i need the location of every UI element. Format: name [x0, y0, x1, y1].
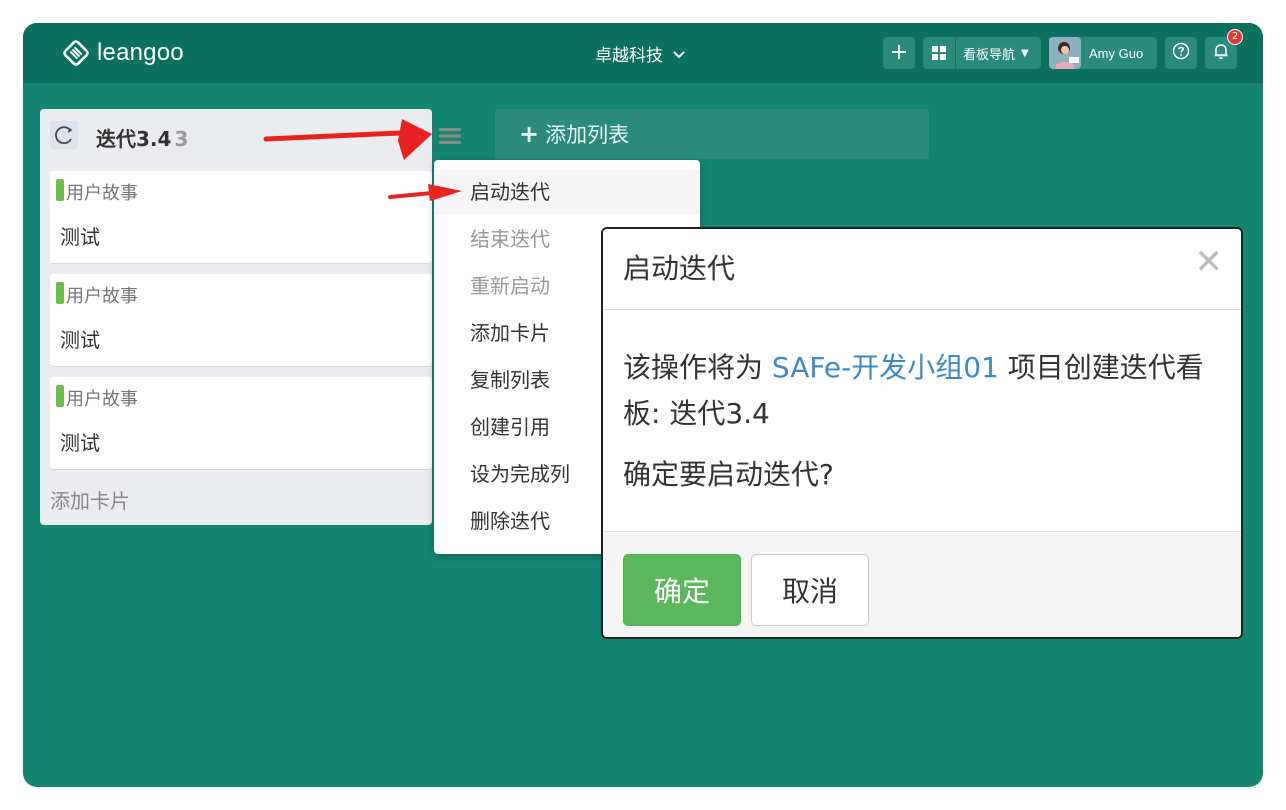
hamburger-menu-icon[interactable] [438, 125, 462, 147]
list-title-text: 迭代3.4 [96, 127, 172, 151]
logo[interactable]: leangoo [63, 39, 184, 67]
iteration-list: 迭代3.4 3 用户故事 测试 用户故事 测试 用户故事 测试 添加卡片 [40, 109, 461, 525]
avatar [1049, 37, 1081, 69]
card-title: 测试 [60, 225, 100, 249]
user-menu[interactable]: Amy Guo [1049, 37, 1157, 69]
card[interactable]: 用户故事 测试 [50, 171, 432, 264]
confirm-button[interactable]: 确定 [623, 554, 741, 626]
card-tag [56, 385, 64, 407]
start-iteration-dialog: 启动迭代 ✕ 该操作将为 SAFe-开发小组01 项目创建迭代看板: 迭代3.4… [601, 227, 1243, 639]
card-type: 用户故事 [66, 286, 138, 307]
dialog-message: 该操作将为 SAFe-开发小组01 项目创建迭代看板: 迭代3.4 [623, 345, 1213, 437]
board-nav-button[interactable]: 看板导航 ▼ [923, 37, 1041, 69]
app-window: leangoo 卓越科技 看板导航 ▼ Amy Guo 2 迭代3.4 3 用户… [23, 23, 1263, 787]
dialog-footer: 确定 取消 [603, 531, 1241, 637]
dialog-confirm-question: 确定要启动迭代? [623, 458, 834, 491]
chevron-down-icon [673, 44, 685, 64]
notification-badge: 2 [1227, 29, 1243, 45]
close-icon[interactable]: ✕ [1195, 245, 1224, 279]
list-title: 迭代3.4 3 [96, 123, 188, 152]
top-bar: leangoo 卓越科技 看板导航 ▼ Amy Guo 2 [23, 23, 1263, 83]
dialog-header: 启动迭代 ✕ [603, 229, 1241, 310]
grid-icon [923, 37, 956, 69]
dialog-message-prefix: 该操作将为 [623, 351, 772, 384]
iteration-icon [50, 121, 78, 149]
card-type: 用户故事 [66, 389, 138, 410]
org-switcher[interactable]: 卓越科技 [595, 41, 685, 66]
board-nav-label: 看板导航 [963, 47, 1016, 63]
add-list-button[interactable]: + 添加列表 [495, 109, 929, 159]
card-title: 测试 [60, 431, 100, 455]
list-card-count: 3 [174, 127, 189, 151]
card-type: 用户故事 [66, 183, 138, 204]
plus-icon: + [519, 120, 540, 148]
list-header: 迭代3.4 3 [40, 109, 461, 161]
org-name: 卓越科技 [595, 46, 663, 66]
card[interactable]: 用户故事 测试 [50, 274, 432, 367]
caret-down-icon: ▼ [1021, 47, 1029, 59]
help-button[interactable] [1165, 37, 1197, 69]
leangoo-logo-icon [63, 40, 89, 66]
card-tag [56, 282, 64, 304]
card-title: 测试 [60, 328, 100, 352]
bell-icon [1212, 42, 1230, 64]
dialog-title: 启动迭代 [623, 252, 736, 285]
cancel-button[interactable]: 取消 [751, 554, 869, 626]
add-list-label: 添加列表 [545, 123, 630, 147]
project-link[interactable]: SAFe-开发小组01 [772, 351, 999, 384]
menu-item-start-iteration[interactable]: 启动迭代 [434, 170, 700, 214]
card[interactable]: 用户故事 测试 [50, 377, 432, 470]
add-card-link[interactable]: 添加卡片 [50, 485, 130, 514]
notifications-button[interactable]: 2 [1205, 29, 1243, 69]
logo-text: leangoo [97, 39, 184, 66]
add-button[interactable] [883, 37, 915, 69]
card-tag [56, 179, 64, 201]
plus-icon [891, 41, 907, 66]
help-icon [1172, 42, 1190, 64]
user-name: Amy Guo [1089, 45, 1144, 61]
